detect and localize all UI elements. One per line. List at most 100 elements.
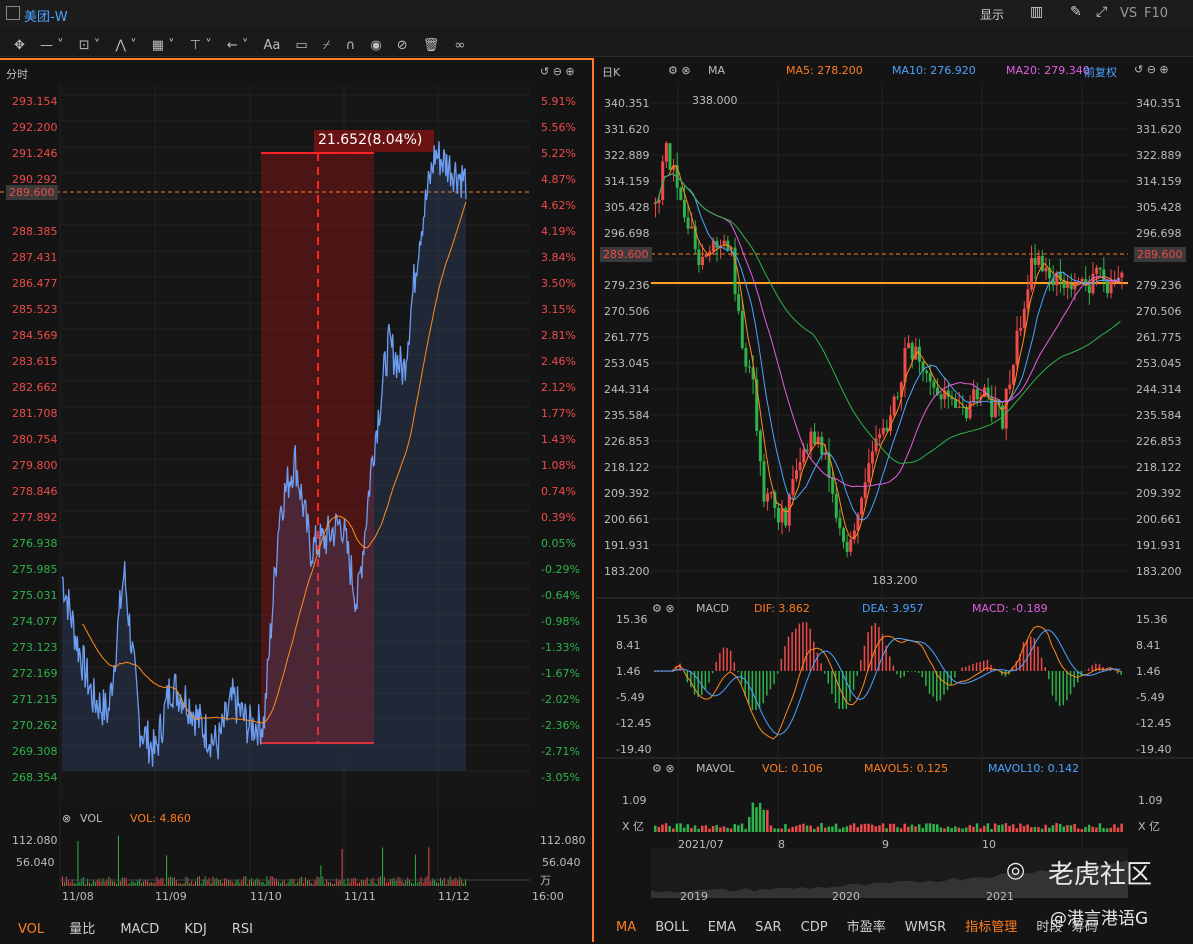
volume-bar (1037, 827, 1040, 832)
volume-bar (1120, 824, 1123, 832)
volume-bar (744, 829, 747, 832)
volume-bar (263, 882, 264, 886)
volume-bar (903, 824, 906, 832)
candle-body (907, 343, 910, 348)
percent-tick: 0.05% (541, 537, 576, 550)
volume-bar (114, 882, 115, 886)
volume-bar (236, 881, 237, 886)
eraser-icon[interactable]: ⌿ (323, 38, 331, 53)
volume-bar (1099, 823, 1102, 832)
candle-body (831, 478, 834, 494)
volume-bar (885, 828, 888, 832)
macd-bar (987, 660, 989, 671)
candle-body (1081, 279, 1084, 281)
volume-bar (1005, 823, 1008, 832)
tab-pe[interactable]: 市盈率 (847, 916, 886, 935)
pen-icon[interactable]: ✎ (1070, 4, 1082, 20)
tab-ema[interactable]: EMA (708, 920, 736, 935)
candle-body (932, 381, 935, 387)
tab-indicator-manage[interactable]: 指标管理 (965, 916, 1017, 935)
volume-bar (66, 877, 67, 886)
volume-bar (1070, 825, 1073, 832)
macd-bar (1030, 637, 1032, 671)
volume-bar (64, 882, 65, 886)
macd-bar (791, 632, 793, 671)
volume-bar (120, 881, 121, 886)
hide-icon[interactable]: ⊘ (397, 38, 408, 53)
candle-body (976, 389, 979, 399)
volume-bar (399, 878, 400, 886)
vs-button[interactable]: VS (1120, 6, 1137, 21)
volume-bar (270, 876, 271, 886)
candle-body (1110, 281, 1113, 293)
tab-kdj[interactable]: KDJ (184, 922, 206, 937)
vol-unit: X 亿 (622, 818, 644, 834)
magnet-icon[interactable]: ∩ (346, 38, 356, 53)
volume-bar (690, 828, 693, 832)
tab-volume-ratio[interactable]: 量比 (69, 918, 95, 937)
line-tool-icon[interactable]: — ˅ (40, 38, 64, 53)
sidebar-toggle-icon[interactable] (6, 6, 20, 20)
percent-tick: 4.19% (541, 225, 576, 238)
arrow-tool-icon[interactable]: ← ˅ (227, 38, 249, 53)
layout-icon[interactable]: ▥ (1030, 4, 1043, 20)
price-tick: 293.154 (12, 95, 58, 108)
kline-price-tick: 261.775 (604, 331, 650, 344)
candle-body (1019, 328, 1022, 331)
volume-bar (361, 880, 362, 886)
macd-bar (715, 662, 717, 671)
percent-tick: 2.81% (541, 329, 576, 342)
tab-wmsr[interactable]: WMSR (905, 920, 946, 935)
volume-bar (922, 828, 925, 832)
volume-bar (116, 884, 117, 886)
mavol-title[interactable]: MAVOL (696, 762, 734, 775)
macd-title[interactable]: MACD (696, 602, 729, 615)
f10-button[interactable]: F10 (1144, 6, 1168, 21)
polyline-tool-icon[interactable]: ⋀ ˅ (115, 38, 136, 53)
fullscreen-icon[interactable]: ⤢ (1096, 4, 1107, 20)
chart-tool-icon[interactable]: ▦ ˅ (152, 38, 175, 53)
eye-icon[interactable]: ◉ (370, 38, 381, 53)
stock-title[interactable]: 美团-W (24, 6, 68, 25)
kline-price-tick: 200.661 (604, 513, 650, 526)
volume-bar (272, 877, 273, 886)
rect-tool-icon[interactable]: ⊡ ˅ (79, 38, 101, 53)
volume-bar (345, 884, 346, 886)
candle-body (759, 431, 762, 461)
tab-sar[interactable]: SAR (755, 920, 781, 935)
volume-bar (954, 826, 957, 832)
macd-settings-icon[interactable]: ⚙ ⊗ (652, 602, 675, 615)
tab-vol[interactable]: VOL (18, 922, 44, 937)
kline-price-tick: 218.122 (1136, 461, 1182, 474)
volume-bar (367, 877, 368, 886)
move-icon[interactable]: ✥ (14, 38, 25, 53)
tab-boll[interactable]: BOLL (655, 920, 688, 935)
vol-settings-icon[interactable]: ⚙ ⊗ (652, 762, 675, 775)
volume-bar (334, 884, 335, 886)
candle-body (1012, 365, 1015, 385)
text-tool-icon[interactable]: Aa (263, 38, 280, 53)
volume-bar (228, 880, 229, 886)
measure-tool-icon[interactable]: ⊤ ˅ (190, 38, 212, 53)
kline-price-tick: 314.159 (1136, 175, 1182, 188)
display-menu[interactable]: 显示 (980, 6, 1004, 23)
trash-icon[interactable]: 🗑 (423, 38, 440, 53)
kline-price-tick: 226.853 (604, 435, 650, 448)
volume-bar (320, 865, 321, 886)
date-label: 11/08 (62, 890, 94, 903)
macd-bar (871, 626, 873, 671)
vol-title[interactable]: VOL (80, 812, 102, 825)
tab-cdp[interactable]: CDP (801, 920, 828, 935)
candle-body (842, 528, 845, 542)
vol-close-icon[interactable]: ⊗ (62, 812, 71, 825)
volume-bar (802, 824, 805, 832)
kline-price-tick: 235.584 (604, 409, 650, 422)
volume-bar (896, 827, 899, 832)
tab-macd[interactable]: MACD (120, 922, 159, 937)
link-icon[interactable]: ∞ (454, 38, 465, 53)
macd-bar (972, 664, 974, 671)
kline-chart[interactable] (596, 58, 1193, 942)
tab-ma[interactable]: MA (616, 920, 636, 935)
tab-rsi[interactable]: RSI (232, 922, 253, 937)
comment-icon[interactable]: ▭ (295, 38, 307, 53)
